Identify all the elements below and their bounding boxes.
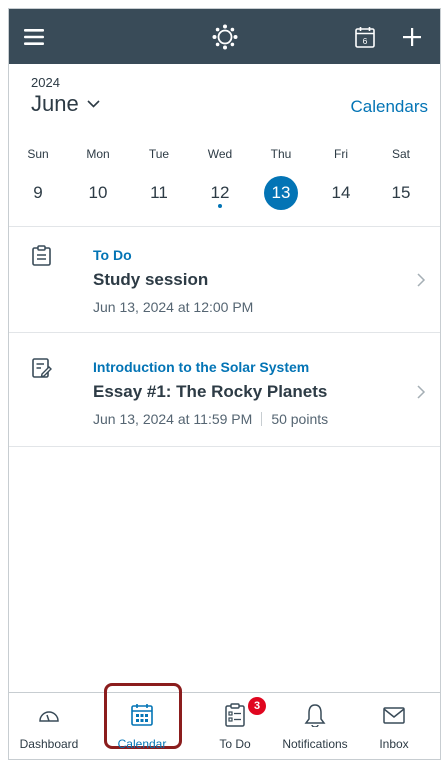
day-name: Wed — [207, 147, 233, 161]
day-number: 15 — [391, 183, 411, 202]
chevron-down-icon — [87, 100, 100, 108]
month-selector[interactable]: June — [31, 91, 100, 117]
event-context: To Do — [93, 247, 132, 263]
day-name: Thu — [270, 147, 292, 161]
event-date-text: Jun 13, 2024 at 11:59 PM — [93, 411, 253, 427]
month-label: June — [31, 91, 79, 116]
event-date-text: Jun 13, 2024 at 12:00 PM — [93, 299, 254, 315]
event-points: 50 points — [271, 411, 329, 427]
tab-calendar[interactable]: Calendar — [102, 693, 182, 759]
day-number-selected: 13 — [264, 176, 298, 210]
day-tue[interactable]: Tue 11 — [129, 144, 189, 210]
day-thu[interactable]: Thu 13 — [251, 144, 311, 210]
tab-label: Calendar — [117, 737, 167, 751]
day-name: Fri — [334, 147, 348, 161]
canvas-logo — [200, 9, 250, 64]
today-button[interactable]: 6 — [340, 9, 390, 64]
top-app-bar: 6 — [9, 9, 440, 64]
app-frame: 6 2024 June Calendars Sun 9 Mon 10 Tue 1 — [8, 8, 441, 760]
event-context: Introduction to the Solar System — [93, 359, 310, 375]
day-name: Tue — [148, 147, 170, 161]
todo-icon — [225, 703, 245, 727]
tab-label: Dashboard — [19, 737, 79, 751]
day-name: Sat — [391, 147, 410, 161]
meta-divider — [261, 412, 263, 426]
tab-inbox[interactable]: Inbox — [354, 693, 434, 759]
event-meta: Jun 13, 2024 at 11:59 PM 50 points — [93, 411, 328, 427]
event-title: Essay #1: The Rocky Planets — [93, 382, 328, 401]
canvas-logo-icon — [212, 24, 238, 49]
tab-todo[interactable]: 3 To Do — [195, 693, 275, 759]
tab-label: To Do — [219, 737, 251, 751]
day-sat[interactable]: Sat 15 — [371, 144, 431, 210]
chevron-right-icon — [417, 385, 426, 399]
dashboard-icon — [39, 711, 59, 722]
day-fri[interactable]: Fri 14 — [311, 144, 371, 210]
calendar-today-day: 6 — [363, 36, 368, 46]
assignment-icon — [32, 358, 52, 378]
event-title: Study session — [93, 270, 209, 289]
menu-button[interactable] — [9, 9, 59, 64]
bell-icon — [304, 704, 326, 727]
plus-icon — [403, 27, 421, 46]
day-wed[interactable]: Wed 12 — [190, 144, 250, 208]
todo-count-badge: 3 — [248, 697, 266, 715]
day-sun[interactable]: Sun 9 — [9, 144, 68, 210]
todo-note-icon — [32, 245, 51, 266]
event-date: Jun 13, 2024 at 12:00 PM — [93, 299, 253, 315]
day-mon[interactable]: Mon 10 — [68, 144, 128, 210]
week-strip: Sun 9 Mon 10 Tue 11 Wed 12 Thu 13 Fri 14… — [9, 144, 440, 226]
event-item-todo[interactable]: To Do Study session Jun 13, 2024 at 12:0… — [9, 227, 440, 332]
event-item-assignment[interactable]: Introduction to the Solar System Essay #… — [9, 339, 440, 444]
day-number: 9 — [33, 183, 43, 202]
calendar-today-icon: 6 — [355, 26, 375, 48]
divider — [9, 446, 440, 447]
day-name: Sun — [27, 147, 49, 161]
day-number: 11 — [150, 183, 168, 202]
bottom-tab-bar: Dashboard Calendar 3 To Do Notifications… — [9, 683, 440, 759]
envelope-icon — [383, 707, 405, 724]
tab-label: Inbox — [379, 737, 409, 751]
add-button[interactable] — [387, 9, 437, 64]
divider — [9, 332, 440, 333]
calendar-icon — [131, 704, 153, 726]
day-number: 14 — [331, 183, 351, 202]
tab-dashboard[interactable]: Dashboard — [9, 693, 89, 759]
day-name: Mon — [86, 147, 110, 161]
day-number: 10 — [88, 183, 108, 202]
chevron-right-icon — [417, 273, 426, 287]
tab-label: Notifications — [282, 737, 348, 751]
year-label: 2024 — [31, 75, 60, 90]
tab-notifications[interactable]: Notifications — [275, 693, 355, 759]
hamburger-menu-icon — [24, 28, 44, 45]
day-number: 12 — [210, 183, 230, 202]
calendars-link[interactable]: Calendars — [318, 97, 429, 117]
